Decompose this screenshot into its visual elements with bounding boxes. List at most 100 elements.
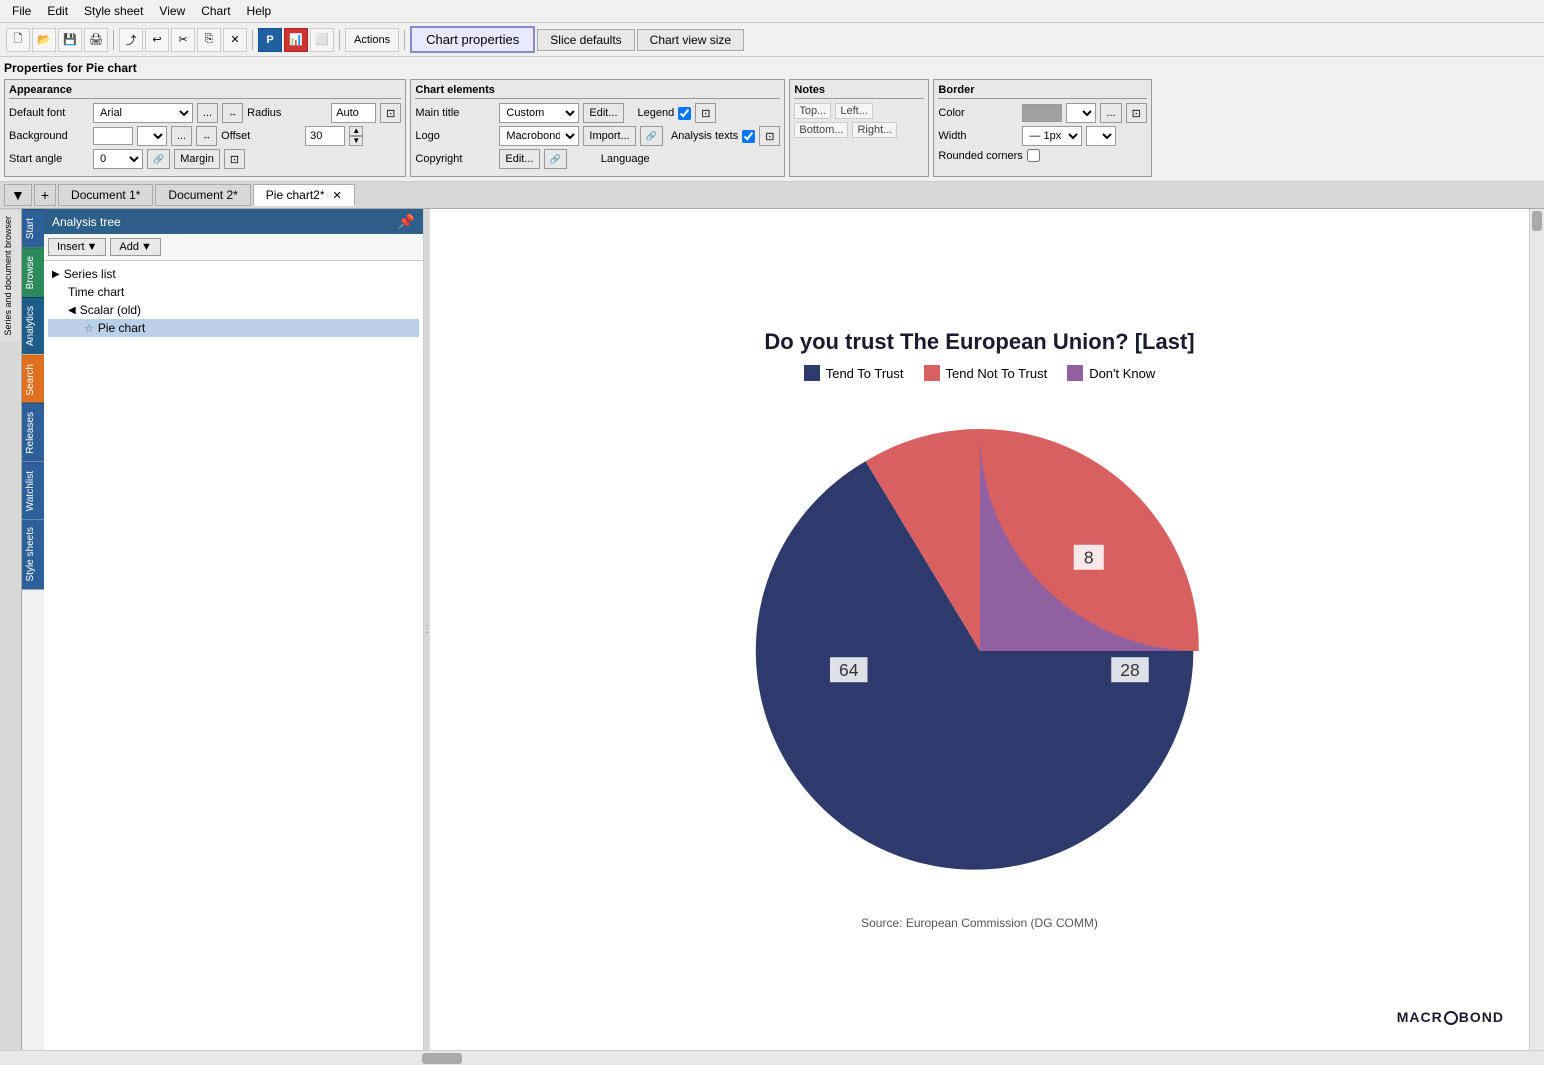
toolbar-undo[interactable]: ↩ (145, 28, 169, 52)
toolbar-copy[interactable]: ⎘ (197, 28, 221, 52)
tree-scalar-old[interactable]: ◀ Scalar (old) (48, 301, 419, 319)
start-angle-row: Start angle 0 🔗 Margin ⊡ (9, 149, 401, 169)
chart-properties-tab[interactable]: Chart properties (410, 26, 535, 53)
offset-unlink[interactable]: ↔ (196, 126, 217, 146)
toolbar-chart[interactable]: 📊 (284, 28, 308, 52)
toolbar-print[interactable]: 🖨 (84, 28, 108, 52)
copyright-edit[interactable]: Edit... (499, 149, 539, 169)
border-width-select[interactable]: — 1px — 2px (1022, 126, 1082, 146)
main-title-edit[interactable]: Edit... (583, 103, 623, 123)
border-color-box[interactable] (1022, 104, 1062, 122)
insert-btn[interactable]: Insert ▼ (48, 238, 106, 256)
border-color-browse[interactable]: ... (1100, 103, 1121, 123)
add-btn[interactable]: Add ▼ (110, 238, 160, 256)
start-angle-select[interactable]: 0 (93, 149, 143, 169)
pin-icon[interactable]: 📌 (398, 213, 415, 230)
toolbar-open[interactable]: 📂 (32, 28, 56, 52)
background-color[interactable] (93, 127, 133, 145)
menu-stylesheet[interactable]: Style sheet (76, 2, 151, 20)
legend-expand[interactable]: ⊡ (695, 103, 716, 123)
notes-top-btn[interactable]: Top... (794, 103, 831, 119)
sidebar-tab-analytics[interactable]: Analytics (22, 297, 44, 354)
legend-tend-not-trust-label: Tend Not To Trust (946, 366, 1048, 381)
background-select[interactable] (137, 126, 167, 146)
default-font-select[interactable]: Arial (93, 103, 193, 123)
analysis-texts-checkbox[interactable] (742, 130, 755, 143)
tree-series-list[interactable]: ▶ Series list (48, 265, 419, 283)
background-browse[interactable]: ... (171, 126, 192, 146)
label-8: 8 (1083, 548, 1093, 568)
notes-bottom-btn[interactable]: Bottom... (794, 122, 848, 138)
toolbar-save[interactable]: 💾 (58, 28, 82, 52)
scrollbar-h-thumb[interactable] (422, 1053, 462, 1064)
logo-import[interactable]: Import... (583, 126, 635, 146)
offset-down[interactable]: ▼ (349, 136, 363, 146)
scrollbar-thumb[interactable] (1532, 211, 1542, 231)
legend-checkbox[interactable] (678, 107, 691, 120)
tab-document1[interactable]: Document 1* (58, 184, 153, 206)
border-expand[interactable]: ⊡ (1126, 103, 1147, 123)
sidebar-tab-start[interactable]: Start (22, 209, 44, 247)
menu-bar: File Edit Style sheet View Chart Help (0, 0, 1544, 23)
menu-view[interactable]: View (151, 2, 193, 20)
margin-expand[interactable]: ⊡ (224, 149, 245, 169)
border-color-select[interactable] (1066, 103, 1096, 123)
sidebar-tab-browse[interactable]: Browse (22, 247, 44, 297)
toolbar-delete[interactable]: ✕ (223, 28, 247, 52)
menu-file[interactable]: File (4, 2, 39, 20)
tab-piechart2-close[interactable]: ✕ (333, 189, 342, 202)
toolbar-share[interactable]: ⤴ (119, 28, 143, 52)
border-title: Border (938, 84, 1146, 99)
main-layout: Series and document browser Start Browse… (0, 209, 1544, 1050)
notes-right-btn[interactable]: Right... (852, 122, 897, 138)
notes-left-btn[interactable]: Left... (835, 103, 873, 119)
logo-link[interactable]: 🔗 (640, 126, 663, 146)
tree-time-chart[interactable]: Time chart (48, 283, 419, 301)
radius-unlink[interactable]: ↔ (222, 103, 243, 123)
tab-piechart2[interactable]: Pie chart2* ✕ (253, 184, 355, 206)
rounded-corners-checkbox[interactable] (1027, 149, 1040, 162)
logo-select[interactable]: Macrobond (499, 126, 579, 146)
tab-collapse[interactable]: ▼ (4, 184, 32, 206)
copyright-label: Copyright (415, 153, 495, 165)
notes-bottom-row: Bottom... Right... (794, 122, 924, 138)
main-title-select[interactable]: Custom (499, 103, 579, 123)
tree-pie-chart[interactable]: ☆ Pie chart (48, 319, 419, 337)
slice-defaults-tab[interactable]: Slice defaults (537, 29, 634, 51)
sidebar-series-browser[interactable]: Series and document browser (0, 209, 21, 342)
tab-add[interactable]: + (34, 184, 56, 206)
analysis-panel: Analysis tree 📌 Insert ▼ Add ▼ ▶ Series … (44, 209, 424, 1050)
toolbar-cut[interactable]: ✂ (171, 28, 195, 52)
menu-chart[interactable]: Chart (193, 2, 238, 20)
border-width-type[interactable] (1086, 126, 1116, 146)
scrollbar-vertical[interactable] (1529, 209, 1544, 1050)
copyright-link[interactable]: 🔗 (544, 149, 567, 169)
default-font-browse[interactable]: ... (197, 103, 218, 123)
menu-edit[interactable]: Edit (39, 2, 76, 20)
toolbar-new[interactable]: 🗋 (6, 28, 30, 52)
analysis-texts-expand[interactable]: ⊡ (759, 126, 780, 146)
offset-up[interactable]: ▲ (349, 126, 363, 136)
actions-button[interactable]: Actions (345, 28, 399, 52)
radius-input[interactable] (331, 103, 376, 123)
border-section: Border Color ... ⊡ Width — 1px — 2px Rou… (933, 79, 1151, 177)
margin-btn[interactable]: Margin (174, 149, 220, 169)
background-label: Background (9, 130, 89, 142)
sidebar-tab-stylesheets[interactable]: Style sheets (22, 519, 44, 589)
sidebar-tab-releases[interactable]: Releases (22, 403, 44, 462)
chart-view-size-tab[interactable]: Chart view size (637, 29, 744, 51)
tab-document2[interactable]: Document 2* (155, 184, 250, 206)
menu-help[interactable]: Help (239, 2, 280, 20)
toolbar-extra[interactable]: ⬜ (310, 28, 334, 52)
scrollbar-horizontal[interactable] (420, 1050, 1544, 1065)
radius-expand[interactable]: ⊡ (380, 103, 401, 123)
legend-dont-know-color (1067, 365, 1083, 381)
sidebar-tab-search[interactable]: Search (22, 355, 44, 404)
sep4 (404, 30, 405, 50)
start-angle-link[interactable]: 🔗 (147, 149, 170, 169)
offset-label: Offset (221, 130, 301, 142)
toolbar-p[interactable]: P (258, 28, 282, 52)
offset-input[interactable] (305, 126, 345, 146)
sidebar-tab-watchlist[interactable]: Watchlist (22, 462, 44, 519)
pie-chart-label: Pie chart (98, 321, 145, 335)
